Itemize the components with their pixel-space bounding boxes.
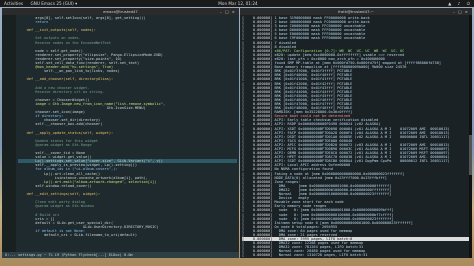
power-icon: ⏻ — [466, 1, 470, 6]
log-line: [ 0.000000] Normal zone: 1310720 pages, … — [242, 253, 470, 257]
code-line[interactable]: default_uri = GLib.filename_to_uri(defau… — [18, 233, 237, 237]
top-panel-menus: Activities GNU Emacs 25 (GUI) ▾ — [4, 0, 83, 7]
app-menu[interactable]: GNU Emacs 25 (GUI) ▾ — [30, 1, 77, 6]
window-title: emacs@trusted47 — [103, 9, 138, 14]
scrollbar-thumb[interactable] — [469, 135, 472, 175]
line-gutter — [2, 15, 16, 252]
window-controls[interactable]: – □ × — [453, 8, 469, 15]
system-indicators[interactable]: ▲ ♪ ⏻ — [443, 0, 470, 7]
top-panel: Activities GNU Emacs 25 (GUI) ▾ Mon Mar … — [0, 0, 474, 7]
editor-buffer[interactable]: args[0], self.setIcon(self, args[0], get… — [2, 15, 239, 252]
log-message: Normal zone: 1310720 pages, LIFO batch:3… — [272, 253, 368, 258]
activities-button[interactable]: Activities — [4, 1, 23, 6]
log-timestamp: [ 0.000000] — [242, 253, 273, 258]
emacs-window[interactable]: emacs@trusted47 – □ × args[0], self.setI… — [2, 8, 239, 258]
clock[interactable]: Mon Mar 12, 01:24 — [208, 0, 268, 7]
window-controls[interactable]: – □ × — [220, 8, 236, 15]
volume-icon: ♪ — [457, 1, 461, 6]
mode-line: U:--- settings.py ~ 7% L9 (Python Flyche… — [2, 252, 239, 258]
network-icon: ▲ — [448, 1, 452, 6]
window-title: froth@trusted47:~ — [338, 9, 374, 14]
terminal-window[interactable]: froth@trusted47:~ – □ × [ 0.000000] 1 ba… — [240, 8, 472, 258]
terminal-output[interactable]: [ 0.000000] 1 base 3190000000 mask FF000… — [242, 16, 470, 258]
emacs-titlebar[interactable]: emacs@trusted47 – □ × — [2, 8, 239, 15]
terminal-titlebar[interactable]: froth@trusted47:~ – □ × — [240, 8, 472, 15]
code-area[interactable]: args[0], self.setIcon(self, args[0], get… — [18, 16, 237, 237]
terminal-scrollbar[interactable] — [469, 15, 472, 258]
